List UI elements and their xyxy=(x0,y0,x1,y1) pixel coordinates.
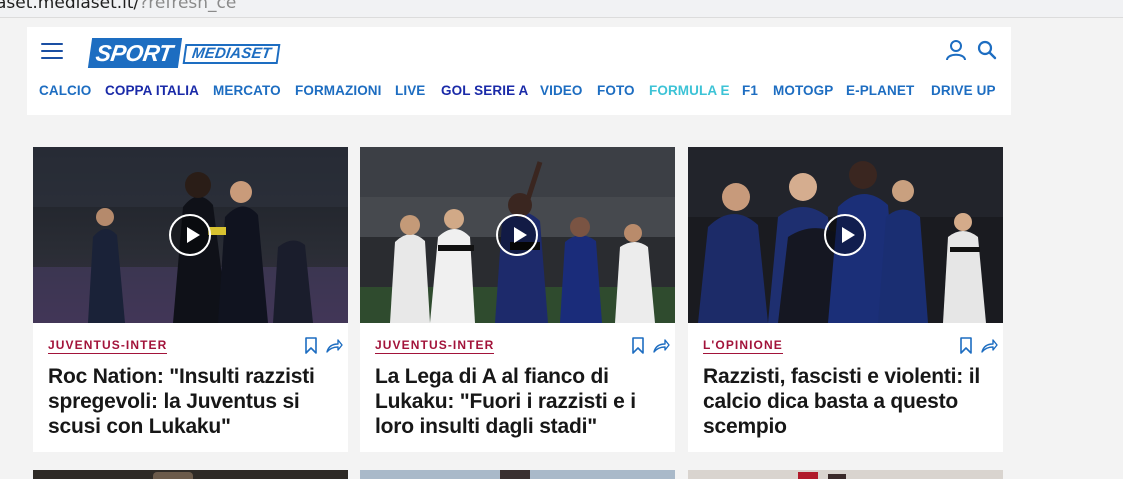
news-card-image[interactable] xyxy=(688,147,1003,323)
share-icon[interactable] xyxy=(653,338,670,353)
bookmark-icon[interactable] xyxy=(304,337,318,354)
play-video-icon[interactable] xyxy=(496,214,538,256)
news-card-partial[interactable] xyxy=(688,470,1003,479)
news-card[interactable]: L'OPINIONE Razzisti, fascisti e violenti… xyxy=(688,147,1003,452)
news-card-partial[interactable] xyxy=(360,470,675,479)
nav-item-mercato[interactable]: MERCATO xyxy=(213,83,281,98)
site-header: SPORT MEDIASET CALCIO COPPA ITALIA MERCA… xyxy=(27,27,1011,115)
bookmark-icon[interactable] xyxy=(959,337,973,354)
browser-address-bar[interactable]: aset.mediaset.it/?refresh_ce xyxy=(0,0,1123,18)
nav-item-coppa-italia[interactable]: COPPA ITALIA xyxy=(105,83,199,98)
nav-item-formazioni[interactable]: FORMAZIONI xyxy=(295,83,382,98)
nav-item-gol-serie-a[interactable]: GOL SERIE A xyxy=(441,83,528,98)
news-headline[interactable]: La Lega di A al fianco di Lukaku: "Fuori… xyxy=(375,364,665,439)
news-card-image[interactable] xyxy=(360,147,675,323)
news-headline[interactable]: Roc Nation: "Insulti razzisti spregevoli… xyxy=(48,364,338,439)
share-icon[interactable] xyxy=(326,338,343,353)
nav-item-video[interactable]: VIDEO xyxy=(540,83,583,98)
category-tag[interactable]: JUVENTUS-INTER xyxy=(375,338,495,354)
main-navigation: CALCIO COPPA ITALIA MERCATO FORMAZIONI L… xyxy=(27,83,1011,103)
logo-sport-text: SPORT xyxy=(87,38,183,68)
hamburger-menu-icon[interactable] xyxy=(41,43,63,59)
play-video-icon[interactable] xyxy=(169,214,211,256)
nav-item-formula-e[interactable]: FORMULA E xyxy=(649,83,730,98)
nav-item-motogp[interactable]: MOTOGP xyxy=(773,83,833,98)
news-card[interactable]: JUVENTUS-INTER Roc Nation: "Insulti razz… xyxy=(33,147,348,452)
logo-mediaset-text: MEDIASET xyxy=(182,44,281,64)
nav-item-calcio[interactable]: CALCIO xyxy=(39,83,91,98)
category-tag[interactable]: JUVENTUS-INTER xyxy=(48,338,168,354)
nav-item-drive-up[interactable]: DRIVE UP xyxy=(931,83,996,98)
sport-mediaset-logo[interactable]: SPORT MEDIASET xyxy=(87,38,281,68)
url-main: aset.mediaset.it/ xyxy=(0,0,140,13)
nav-item-e-planet[interactable]: E-PLANET xyxy=(846,83,914,98)
url-text[interactable]: aset.mediaset.it/?refresh_ce xyxy=(0,0,236,13)
search-icon[interactable] xyxy=(977,40,997,60)
news-card-partial[interactable] xyxy=(33,470,348,479)
url-query: ?refresh_ce xyxy=(139,0,237,13)
category-tag[interactable]: L'OPINIONE xyxy=(703,338,783,354)
user-icon[interactable] xyxy=(945,39,967,61)
news-card[interactable]: JUVENTUS-INTER La Lega di A al fianco di… xyxy=(360,147,675,452)
nav-item-f1[interactable]: F1 xyxy=(742,83,758,98)
nav-item-foto[interactable]: FOTO xyxy=(597,83,635,98)
share-icon[interactable] xyxy=(981,338,998,353)
news-card-image[interactable] xyxy=(33,147,348,323)
news-headline[interactable]: Razzisti, fascisti e violenti: il calcio… xyxy=(703,364,993,439)
play-video-icon[interactable] xyxy=(824,214,866,256)
nav-item-live[interactable]: LIVE xyxy=(395,83,425,98)
bookmark-icon[interactable] xyxy=(631,337,645,354)
